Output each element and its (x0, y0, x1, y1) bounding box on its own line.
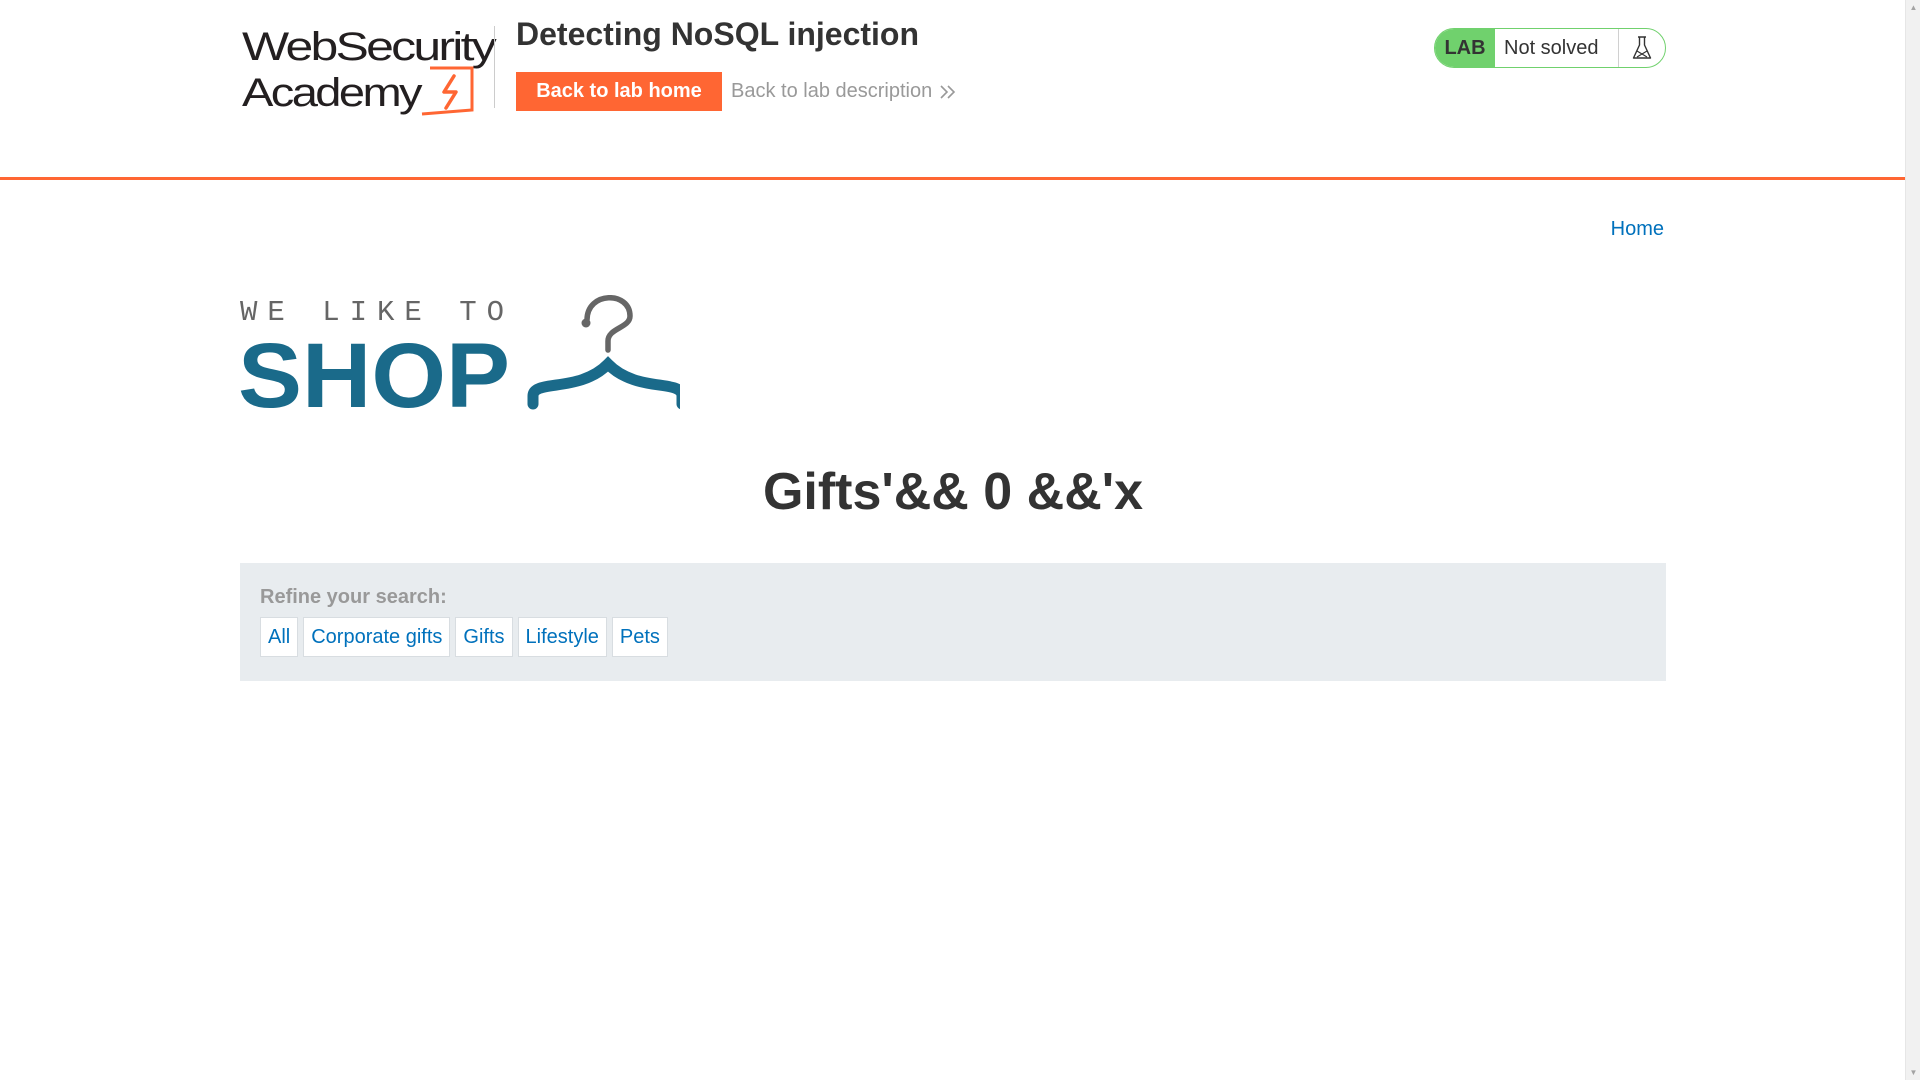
filter-panel: Refine your search: All Corporate gifts … (240, 563, 1666, 681)
lab-status-widget: LAB Not solved (1434, 28, 1666, 68)
flask-icon (1619, 29, 1665, 67)
filter-pets[interactable]: Pets (611, 617, 668, 657)
back-to-lab-home-button[interactable]: Back to lab home (516, 72, 722, 111)
filter-label: Refine your search: (260, 586, 447, 608)
lightning-bolt-icon (421, 66, 474, 116)
lab-title: Detecting NoSQL injection (516, 16, 919, 52)
logo-divider (494, 26, 495, 108)
filter-all[interactable]: All (260, 617, 299, 657)
filter-list: All Corporate gifts Gifts Lifestyle Pets (260, 617, 668, 657)
clothes-hanger-icon (527, 295, 680, 410)
svg-text:SHOP: SHOP (240, 325, 510, 411)
scroll-up-arrow-icon[interactable]: ▲ (1906, 0, 1920, 15)
filter-corporate-gifts[interactable]: Corporate gifts (303, 617, 451, 657)
filter-gifts[interactable]: Gifts (455, 617, 513, 657)
svg-text:Academy: Academy (242, 71, 423, 115)
double-chevron-right-icon (940, 84, 956, 99)
back-to-lab-description-label: Back to lab description (731, 80, 933, 102)
lab-status-text: Not solved (1495, 29, 1619, 67)
back-to-lab-description-link[interactable]: Back to lab description (731, 80, 958, 103)
home-link[interactable]: Home (1611, 218, 1664, 241)
scroll-down-arrow-icon[interactable]: ▼ (1906, 1065, 1920, 1080)
filter-lifestyle[interactable]: Lifestyle (517, 617, 607, 657)
svg-text:WebSecurity: WebSecurity (242, 25, 497, 69)
page-heading: Gifts'&& 0 &&'x (762, 463, 1144, 521)
web-security-academy-logo[interactable]: WebSecurity Academy (240, 22, 498, 122)
lab-header: WebSecurity Academy Detecting NoSQL inje… (0, 0, 1905, 180)
we-like-to-shop-logo[interactable]: WE LIKE TO SHOP (240, 295, 680, 411)
vertical-scrollbar[interactable]: ▲ ▼ (1905, 0, 1920, 1080)
lab-status-tag: LAB (1435, 29, 1495, 67)
